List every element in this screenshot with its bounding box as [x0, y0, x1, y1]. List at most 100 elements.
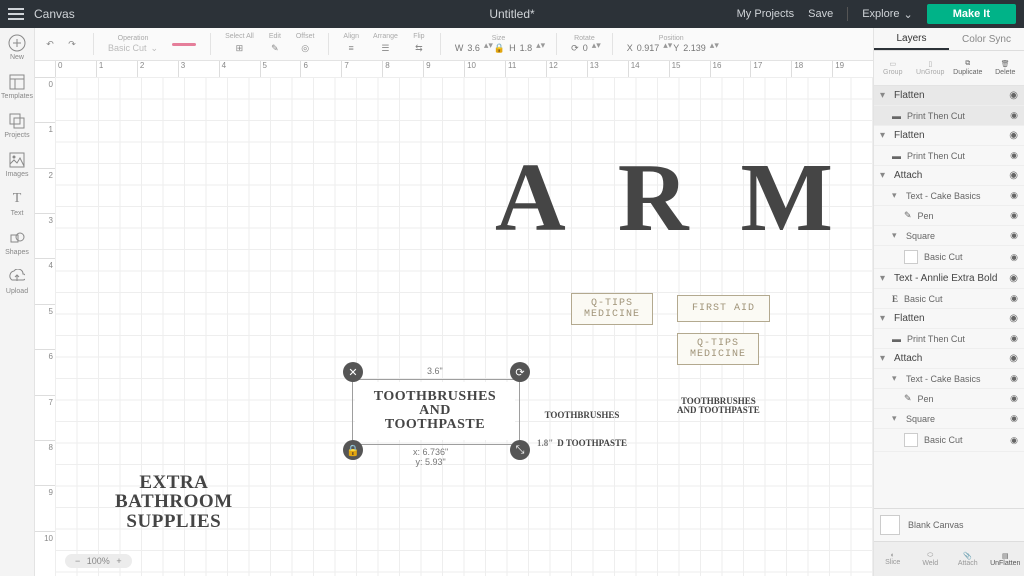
align-button[interactable]: Align≡: [343, 33, 359, 55]
canvas-viewport[interactable]: 012345678910111213141516171819 012345678…: [35, 61, 873, 576]
layer-basiccut-3[interactable]: Basic Cut◉: [874, 429, 1024, 452]
close-icon: ✕: [348, 366, 357, 379]
images-button[interactable]: Images: [6, 151, 29, 178]
delete-button[interactable]: 🗑Delete: [987, 51, 1024, 85]
color-swatch-button[interactable]: [172, 43, 196, 46]
selection-box: [352, 379, 520, 445]
rotate-icon: ⟳: [515, 366, 524, 379]
layer-ptc-2[interactable]: ▬Print Then Cut◉: [874, 146, 1024, 166]
ruler-horizontal: 012345678910111213141516171819: [55, 61, 873, 78]
select-all-button[interactable]: Select All⊞: [225, 33, 254, 55]
rotate-handle[interactable]: ⟳: [510, 362, 530, 382]
ungroup-button: ▯UnGroup: [912, 51, 950, 85]
flip-button[interactable]: Flip⇆: [412, 33, 426, 55]
layer-square-2[interactable]: ▾Square◉: [874, 409, 1024, 429]
templates-button[interactable]: Templates: [1, 73, 33, 100]
lock-icon[interactable]: 🔒: [494, 43, 505, 54]
text-object-qtips-2[interactable]: Q-TIPS MEDICINE: [677, 333, 759, 365]
canvas-grid[interactable]: ARM Q-TIPS MEDICINE FIRST AID Q-TIPS MED…: [55, 77, 873, 576]
text-object-arm[interactable]: ARM: [495, 149, 873, 249]
projects-button[interactable]: Projects: [4, 112, 29, 139]
chevron-down-icon: ⌄: [151, 43, 159, 54]
my-projects-link[interactable]: My Projects: [737, 8, 794, 20]
layer-flatten-1[interactable]: ▾Flatten◉: [874, 86, 1024, 106]
layer-text-annlie[interactable]: ▾Text - Annlie Extra Bold◉: [874, 269, 1024, 289]
images-icon: [8, 151, 26, 169]
weld-button: ⬭Weld: [912, 542, 950, 576]
make-it-button[interactable]: Make It: [927, 4, 1016, 24]
text-object-qtips-1[interactable]: Q-TIPS MEDICINE: [571, 293, 653, 325]
operation-dropdown[interactable]: Operation Basic Cut⌄: [108, 35, 158, 54]
visibility-toggle[interactable]: ◉: [1009, 90, 1018, 101]
layer-ptc-1[interactable]: ▬Print Then Cut◉: [874, 106, 1024, 126]
slice-icon: ◐: [891, 552, 895, 559]
tab-color-sync[interactable]: Color Sync: [949, 28, 1024, 50]
text-object-toothbrushes-right[interactable]: TOOTHBRUSHES AND TOOTHPASTE: [677, 397, 760, 415]
layer-basiccut-1[interactable]: Basic Cut◉: [874, 246, 1024, 269]
upload-icon: [8, 268, 26, 286]
minus-icon[interactable]: −: [75, 556, 80, 566]
layer-attach-1[interactable]: ▾Attach◉: [874, 166, 1024, 186]
document-title[interactable]: Untitled*: [489, 7, 534, 21]
position-controls: Position X0.917▴▾ Y2.139▴▾: [627, 35, 716, 53]
group-button: ▭Group: [874, 51, 912, 85]
text-button[interactable]: T Text: [8, 190, 26, 217]
arrange-button[interactable]: Arrange☰: [373, 33, 398, 55]
zoom-indicator[interactable]: − 100% +: [65, 554, 132, 568]
property-bar: ↶ ↷ Operation Basic Cut⌄ Select All⊞ Edi…: [35, 28, 873, 61]
flip-icon: ⇆: [412, 41, 426, 55]
x-input[interactable]: 0.917: [637, 43, 660, 53]
text-object-firstaid[interactable]: FIRST AID: [677, 295, 770, 322]
layer-basiccut-2[interactable]: EBasic Cut◉: [874, 289, 1024, 309]
plus-icon[interactable]: +: [116, 556, 121, 566]
tab-layers[interactable]: Layers: [874, 28, 949, 50]
text-object-extra-supplies[interactable]: EXTRA BATHROOM SUPPLIES: [115, 473, 233, 531]
delete-handle[interactable]: ✕: [343, 362, 363, 382]
layer-text-cake-1[interactable]: ▾Text - Cake Basics◉: [874, 186, 1024, 206]
group-icon: ▭: [889, 60, 896, 68]
offset-button[interactable]: Offset◎: [296, 33, 315, 55]
layer-ptc-3[interactable]: ▬Print Then Cut◉: [874, 329, 1024, 349]
layer-list[interactable]: ▾Flatten◉ ▬Print Then Cut◉ ▾Flatten◉ ▬Pr…: [874, 86, 1024, 508]
new-button[interactable]: New: [8, 34, 26, 61]
save-button[interactable]: Save: [808, 8, 833, 20]
layer-attach-2[interactable]: ▾Attach◉: [874, 349, 1024, 369]
width-input[interactable]: 3.6: [467, 43, 480, 53]
templates-icon: [8, 73, 26, 91]
align-icon: ≡: [344, 41, 358, 55]
shapes-button[interactable]: Shapes: [5, 229, 29, 256]
blank-canvas-button[interactable]: Blank Canvas: [874, 508, 1024, 541]
y-input[interactable]: 2.139: [683, 43, 706, 53]
height-input[interactable]: 1.8: [520, 43, 533, 53]
projects-icon: [8, 112, 26, 130]
layer-flatten-2[interactable]: ▾Flatten◉: [874, 126, 1024, 146]
text-object-toothbrushes-mid[interactable]: TOOTHBRUSHES 1.8"D TOOTHPASTE: [537, 393, 627, 467]
lock-handle[interactable]: 🔒: [343, 440, 363, 460]
unflatten-button[interactable]: ▤UnFlatten: [987, 542, 1024, 576]
resize-handle[interactable]: ⤡: [510, 440, 530, 460]
redo-button[interactable]: ↷: [65, 37, 79, 51]
layer-pen-2[interactable]: ✎Pen◉: [874, 389, 1024, 409]
layer-flatten-3[interactable]: ▾Flatten◉: [874, 309, 1024, 329]
unflatten-icon: ▤: [1002, 552, 1009, 560]
attach-icon: 📎: [963, 552, 972, 560]
upload-button[interactable]: Upload: [6, 268, 28, 295]
duplicate-icon: ⧉: [965, 60, 970, 68]
plus-circle-icon: [8, 34, 26, 52]
edit-icon: ✎: [268, 41, 282, 55]
undo-button[interactable]: ↶: [43, 37, 57, 51]
left-toolbar: New Templates Projects Images T Text Sha…: [0, 28, 35, 576]
hamburger-menu[interactable]: [8, 8, 24, 20]
layer-square-1[interactable]: ▾Square◉: [874, 226, 1024, 246]
rotate-icon: ⟳: [571, 43, 579, 54]
rotate-input[interactable]: 0: [583, 43, 588, 53]
offset-icon: ◎: [298, 41, 312, 55]
edit-button[interactable]: Edit✎: [268, 33, 282, 55]
explore-dropdown[interactable]: Explore⌄: [862, 8, 913, 21]
trash-icon: 🗑: [1001, 60, 1010, 68]
duplicate-button[interactable]: ⧉Duplicate: [949, 51, 987, 85]
selection-coord-label: x: 6.736" y: 5.93": [413, 448, 448, 468]
layer-text-cake-2[interactable]: ▾Text - Cake Basics◉: [874, 369, 1024, 389]
pen-icon: ✎: [904, 210, 912, 221]
layer-pen-1[interactable]: ✎Pen◉: [874, 206, 1024, 226]
